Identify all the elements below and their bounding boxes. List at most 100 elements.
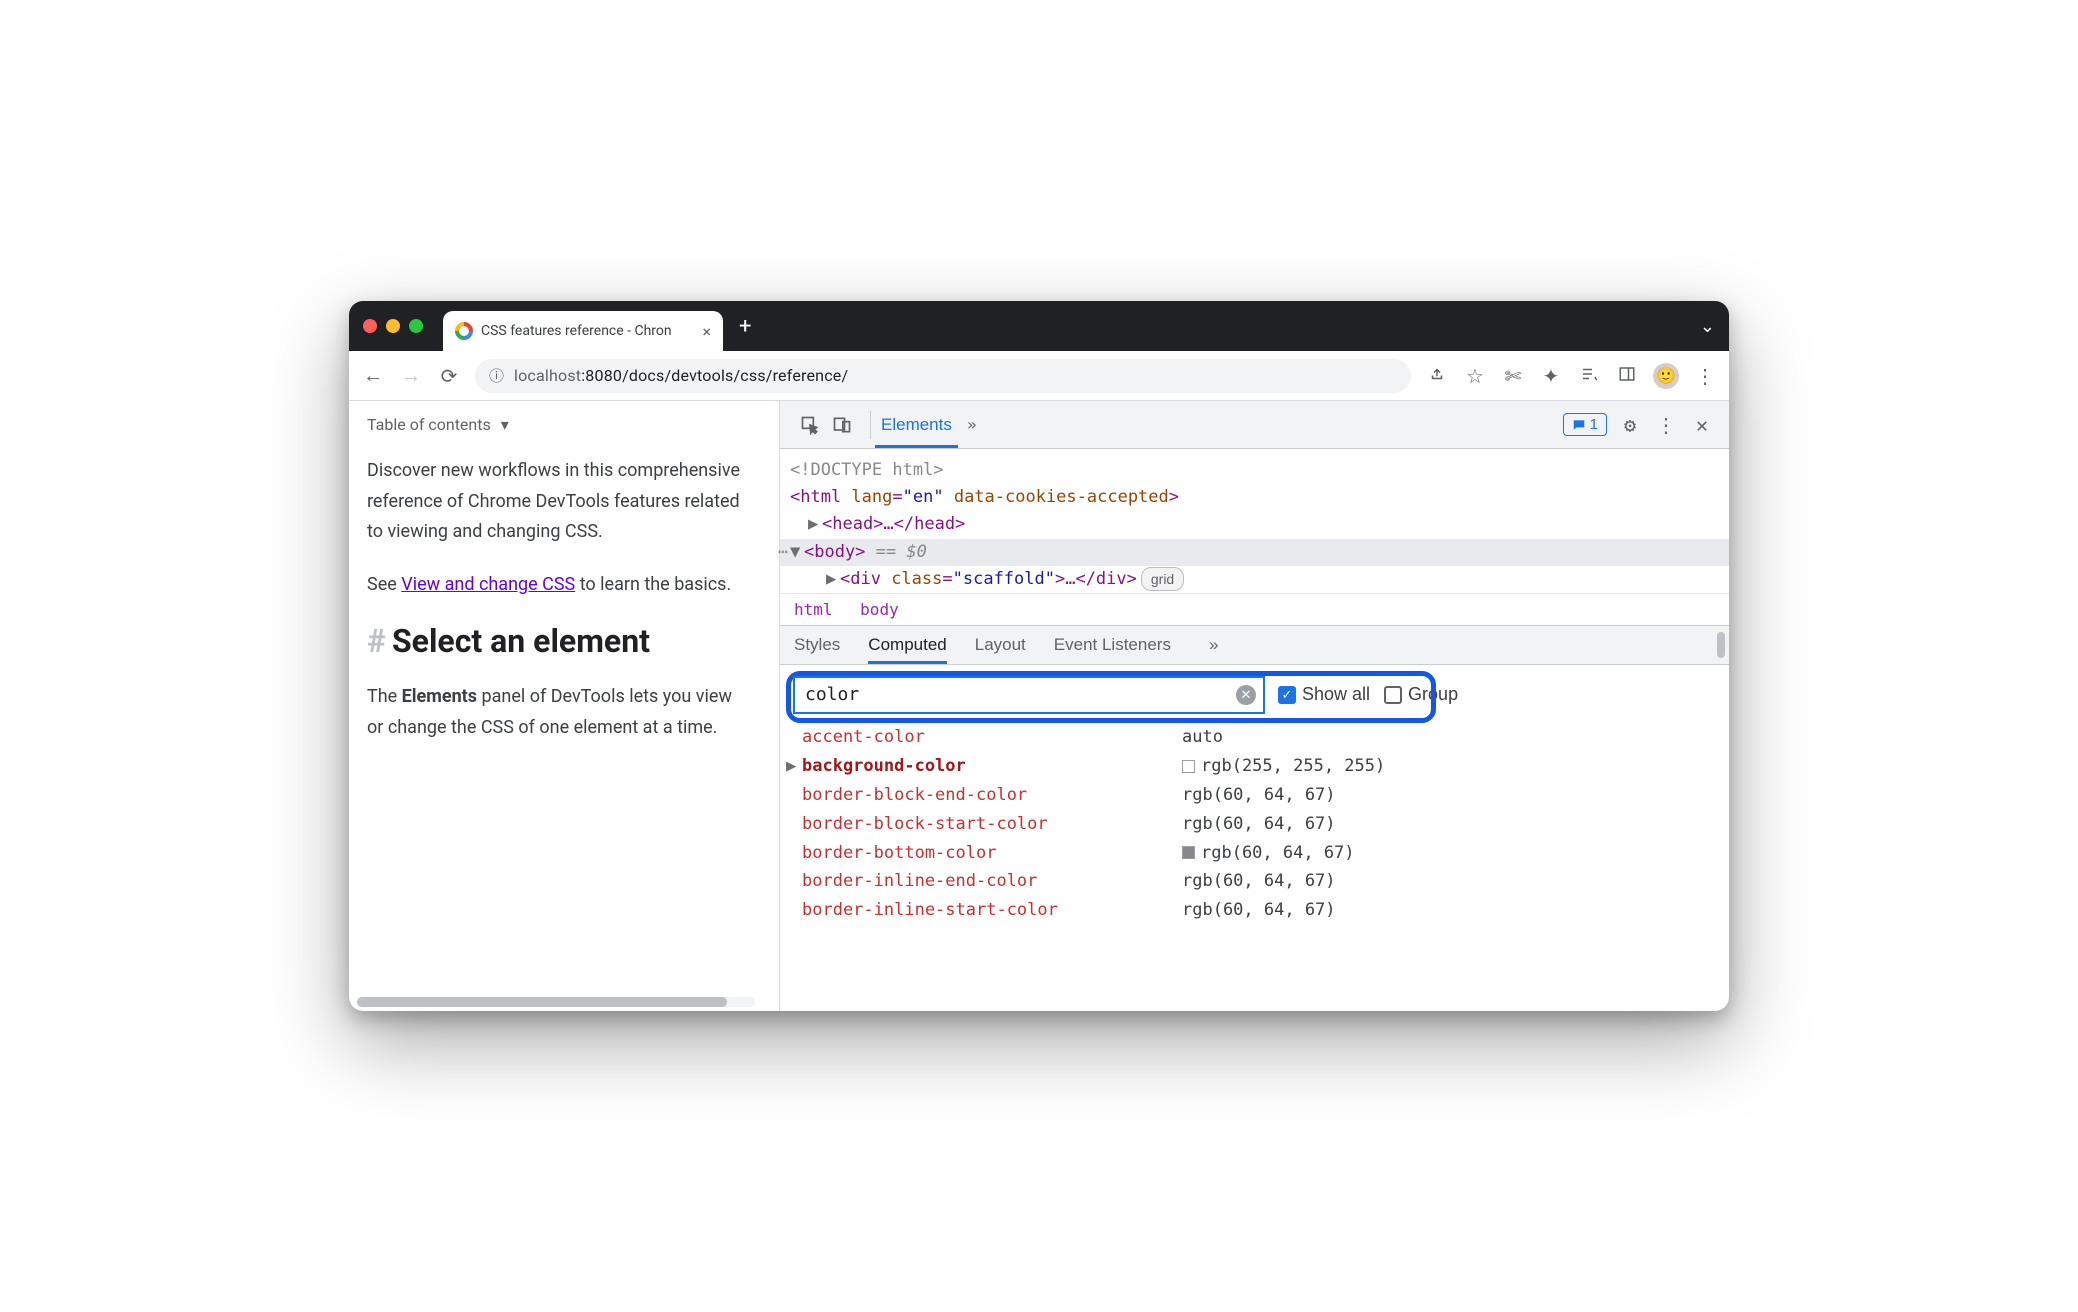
checkbox-checked-icon: ✓ xyxy=(1278,686,1296,704)
computed-property-row[interactable]: border-inline-end-colorrgb(60, 64, 67) xyxy=(802,867,1729,896)
new-tab-button[interactable]: + xyxy=(739,314,751,339)
expand-triangle-icon[interactable]: ▶ xyxy=(808,511,822,538)
elements-tab[interactable]: Elements xyxy=(875,401,958,448)
dom-tree[interactable]: <!DOCTYPE html> <html lang="en" data-coo… xyxy=(780,449,1729,593)
close-window-button[interactable] xyxy=(363,319,377,333)
div-scaffold-node[interactable]: ▶<div class="scaffold">…</div>grid xyxy=(790,566,1719,593)
expand-triangle-icon[interactable]: ▶ xyxy=(826,566,840,593)
close-tab-button[interactable]: × xyxy=(702,322,711,341)
styles-subtabs: Styles Computed Layout Event Listeners » xyxy=(780,625,1729,665)
computed-filter-bar: ✕ ✓ Show all Group xyxy=(780,665,1729,723)
event-listeners-tab[interactable]: Event Listeners xyxy=(1054,626,1171,664)
breadcrumb: html body xyxy=(780,593,1729,625)
computed-property-row[interactable]: ▶background-colorrgb(255, 255, 255) xyxy=(802,752,1729,781)
device-toolbar-icon[interactable] xyxy=(828,411,856,439)
property-name: border-block-start-color xyxy=(802,810,1182,839)
expand-triangle-icon[interactable] xyxy=(786,867,802,896)
settings-icon[interactable]: ⚙ xyxy=(1617,413,1643,437)
back-button[interactable]: ← xyxy=(361,363,385,388)
expand-triangle-icon[interactable] xyxy=(786,810,802,839)
property-name: border-inline-end-color xyxy=(802,867,1182,896)
expand-triangle-icon[interactable] xyxy=(786,839,802,868)
bookmark-icon[interactable]: ☆ xyxy=(1463,364,1487,388)
subtab-scrollbar[interactable] xyxy=(1717,632,1725,658)
expand-triangle-icon[interactable] xyxy=(786,723,802,752)
see-paragraph: See View and change CSS to learn the bas… xyxy=(367,570,751,601)
computed-tab[interactable]: Computed xyxy=(868,626,946,664)
expand-triangle-icon[interactable]: ▶ xyxy=(786,752,802,781)
issues-badge[interactable]: 1 xyxy=(1563,413,1607,436)
issues-count: 1 xyxy=(1590,416,1598,433)
toolbar: ← → ⟳ ⓘ localhost:8080/docs/devtools/css… xyxy=(349,351,1729,401)
tabs-overflow-button[interactable]: ⌄ xyxy=(1700,316,1715,337)
property-value: auto xyxy=(1182,723,1223,752)
show-all-label: Show all xyxy=(1302,684,1370,705)
devtools-menu-icon[interactable]: ⋮ xyxy=(1653,413,1679,437)
view-change-css-link[interactable]: View and change CSS xyxy=(401,574,575,595)
scissors-icon[interactable]: ✄ xyxy=(1501,364,1525,388)
grid-badge[interactable]: grid xyxy=(1141,567,1184,591)
browser-tab[interactable]: CSS features reference - Chron × xyxy=(443,311,723,351)
property-value: rgb(60, 64, 67) xyxy=(1182,839,1355,868)
head-node[interactable]: ▶<head>…</head> xyxy=(790,511,1719,538)
group-checkbox[interactable]: Group xyxy=(1384,684,1458,705)
extensions-icon[interactable]: ✦ xyxy=(1539,364,1563,388)
doctype-node[interactable]: <!DOCTYPE html> xyxy=(790,457,1719,484)
property-value: rgb(60, 64, 67) xyxy=(1182,810,1336,839)
hash-anchor-icon[interactable]: # xyxy=(367,622,386,660)
close-devtools-icon[interactable]: ✕ xyxy=(1689,413,1715,437)
expand-triangle-icon[interactable] xyxy=(786,781,802,810)
color-swatch-icon[interactable] xyxy=(1182,760,1195,773)
collapse-triangle-icon[interactable]: ▼ xyxy=(790,539,804,566)
share-icon[interactable] xyxy=(1425,364,1449,388)
horizontal-scrollbar[interactable] xyxy=(357,997,755,1007)
filter-input-wrap: ✕ xyxy=(794,677,1264,713)
html-node[interactable]: <html lang="en" data-cookies-accepted> xyxy=(790,484,1719,511)
side-panel-icon[interactable] xyxy=(1615,364,1639,388)
more-subtabs-icon[interactable]: » xyxy=(1209,635,1218,655)
property-value: rgb(60, 64, 67) xyxy=(1182,781,1336,810)
minimize-window-button[interactable] xyxy=(386,319,400,333)
styles-tab[interactable]: Styles xyxy=(794,626,840,664)
forward-button[interactable]: → xyxy=(399,363,423,388)
property-name: background-color xyxy=(802,752,1182,781)
site-info-icon[interactable]: ⓘ xyxy=(489,365,504,386)
address-bar[interactable]: ⓘ localhost:8080/docs/devtools/css/refer… xyxy=(475,359,1411,393)
content-area: Table of contents ▾ Discover new workflo… xyxy=(349,401,1729,1011)
property-name: border-block-end-color xyxy=(802,781,1182,810)
computed-property-row[interactable]: border-inline-start-colorrgb(60, 64, 67) xyxy=(802,896,1729,925)
property-name: border-inline-start-color xyxy=(802,896,1182,925)
reading-list-icon[interactable] xyxy=(1577,364,1601,388)
titlebar: CSS features reference - Chron × + ⌄ xyxy=(349,301,1729,351)
show-all-checkbox[interactable]: ✓ Show all xyxy=(1278,684,1370,705)
window-controls xyxy=(363,319,423,333)
filter-input[interactable] xyxy=(794,677,1264,713)
property-value: rgb(255, 255, 255) xyxy=(1182,752,1385,781)
computed-property-row[interactable]: accent-colorauto xyxy=(802,723,1729,752)
clear-filter-icon[interactable]: ✕ xyxy=(1236,685,1256,705)
layout-tab[interactable]: Layout xyxy=(975,626,1026,664)
page-content: Table of contents ▾ Discover new workflo… xyxy=(349,401,779,1011)
property-value: rgb(60, 64, 67) xyxy=(1182,867,1336,896)
more-tabs-icon[interactable]: » xyxy=(958,411,986,439)
toc-label: Table of contents xyxy=(367,415,491,434)
inspect-element-icon[interactable] xyxy=(796,411,824,439)
url-text: localhost:8080/docs/devtools/css/referen… xyxy=(514,366,848,385)
property-value: rgb(60, 64, 67) xyxy=(1182,896,1336,925)
reload-button[interactable]: ⟳ xyxy=(437,364,461,388)
crumb-html[interactable]: html xyxy=(794,600,833,619)
chevron-down-icon: ▾ xyxy=(501,415,509,434)
section-heading: #Select an element xyxy=(367,622,751,660)
maximize-window-button[interactable] xyxy=(409,319,423,333)
color-swatch-icon[interactable] xyxy=(1182,846,1195,859)
profile-avatar[interactable]: 🙂 xyxy=(1653,363,1679,389)
computed-property-row[interactable]: border-block-end-colorrgb(60, 64, 67) xyxy=(802,781,1729,810)
table-of-contents-toggle[interactable]: Table of contents ▾ xyxy=(367,415,751,434)
body-node-selected[interactable]: ▼<body> == $0 xyxy=(780,539,1729,566)
expand-triangle-icon[interactable] xyxy=(786,896,802,925)
chrome-menu-button[interactable]: ⋮ xyxy=(1693,364,1717,388)
property-name: border-bottom-color xyxy=(802,839,1182,868)
computed-property-row[interactable]: border-bottom-colorrgb(60, 64, 67) xyxy=(802,839,1729,868)
crumb-body[interactable]: body xyxy=(860,600,899,619)
computed-property-row[interactable]: border-block-start-colorrgb(60, 64, 67) xyxy=(802,810,1729,839)
